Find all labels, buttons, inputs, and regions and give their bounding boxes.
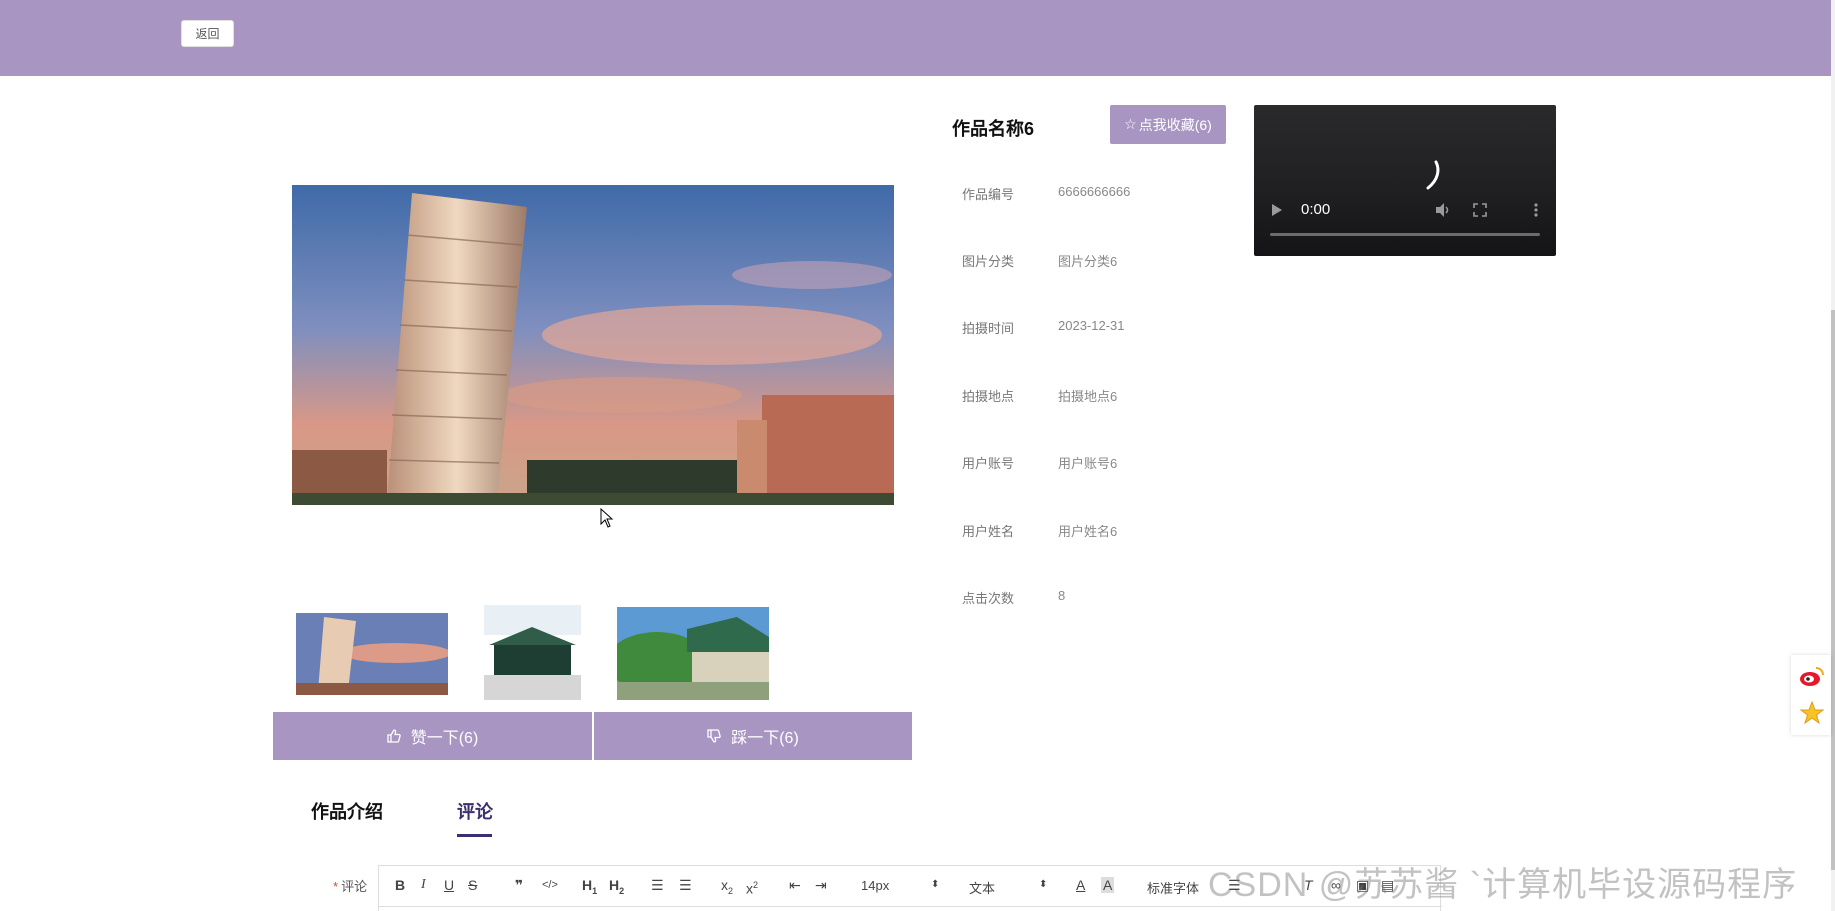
superscript-icon[interactable]: x2: [746, 877, 758, 897]
comment-label: * 评论: [333, 876, 367, 895]
detail-label: 点击次数: [962, 591, 1015, 606]
font-family-select[interactable]: 标准字体: [1147, 878, 1199, 897]
code-block-icon[interactable]: </>: [542, 877, 558, 893]
bold-icon[interactable]: B: [395, 877, 405, 893]
required-asterisk: *: [333, 879, 339, 894]
mouse-cursor-icon: [600, 508, 614, 528]
thumbnail-1[interactable]: [296, 613, 448, 695]
thumbnail-3[interactable]: [617, 607, 769, 700]
paragraph-format-select[interactable]: 文本: [969, 878, 995, 897]
subscript-icon[interactable]: x2: [721, 877, 733, 899]
detail-label: 作品编号: [962, 187, 1015, 202]
toolbar-divider: [379, 906, 1442, 907]
scrollbar-thumb[interactable]: [1831, 310, 1835, 870]
strikethrough-icon[interactable]: S: [468, 877, 477, 893]
like-button[interactable]: 赞一下(6): [273, 712, 592, 760]
loading-spinner-icon: [1426, 160, 1440, 190]
video-progress-bar[interactable]: [1270, 233, 1540, 236]
more-options-icon[interactable]: [1533, 202, 1539, 218]
weibo-icon[interactable]: [1799, 663, 1825, 689]
detail-value: 用户姓名6: [1058, 524, 1118, 539]
thumbnail-2[interactable]: [484, 605, 581, 700]
tab-introduction[interactable]: 作品介绍: [311, 798, 383, 824]
indent-icon[interactable]: ⇥: [815, 877, 827, 893]
thumbs-up-icon: [387, 729, 401, 743]
qzone-star-icon[interactable]: [1799, 700, 1825, 726]
favorite-button[interactable]: ☆ 点我收藏(6): [1110, 105, 1226, 144]
fullscreen-icon[interactable]: [1472, 202, 1488, 218]
volume-icon[interactable]: [1434, 202, 1452, 218]
detail-label: 拍摄地点: [962, 389, 1015, 404]
font-size-chevron-icon[interactable]: ⬍: [931, 877, 939, 893]
star-outline-icon: ☆: [1124, 116, 1137, 132]
side-share-panel: [1791, 655, 1831, 735]
top-header-bar: 返回: [0, 0, 1831, 76]
active-tab-indicator: [457, 834, 492, 837]
detail-label: 图片分类: [962, 254, 1015, 269]
back-button[interactable]: 返回: [181, 20, 234, 47]
detail-label: 用户账号: [962, 456, 1015, 471]
favorite-label: 点我收藏(6): [1138, 116, 1212, 133]
page-scrollbar[interactable]: [1831, 0, 1835, 911]
detail-label: 用户姓名: [962, 524, 1015, 539]
background-color-icon[interactable]: A: [1101, 877, 1115, 893]
detail-value: 2023-12-31: [1058, 318, 1125, 333]
font-size-select[interactable]: 14px: [861, 878, 889, 893]
tab-comments[interactable]: 评论: [457, 798, 493, 824]
detail-value: 8: [1058, 588, 1066, 603]
italic-icon[interactable]: I: [421, 877, 426, 893]
outdent-icon[interactable]: ⇤: [789, 877, 801, 893]
detail-value: 6666666666: [1058, 184, 1131, 199]
detail-label: 拍摄时间: [962, 321, 1015, 336]
heading-1-icon[interactable]: H1: [582, 877, 597, 899]
like-label: 赞一下(6): [410, 730, 479, 747]
detail-value: 拍摄地点6: [1058, 389, 1118, 404]
font-color-icon[interactable]: A: [1076, 877, 1085, 893]
main-photo-leaning-tower: [292, 185, 894, 505]
detail-value: 图片分类6: [1058, 254, 1118, 269]
play-icon[interactable]: [1270, 202, 1284, 218]
ordered-list-icon[interactable]: ☰: [651, 877, 664, 893]
watermark-text: CSDN @苏苏酱 `计算机毕设源码程序: [1208, 866, 1798, 904]
heading-2-icon[interactable]: H2: [609, 877, 624, 899]
detail-value: 用户账号6: [1058, 456, 1118, 471]
video-player[interactable]: 0:00: [1254, 105, 1556, 256]
underline-icon[interactable]: U: [444, 877, 454, 893]
dislike-label: 踩一下(6): [731, 730, 799, 747]
paragraph-chevron-icon[interactable]: ⬍: [1039, 877, 1047, 893]
thumbs-down-icon: [707, 729, 721, 743]
blockquote-icon[interactable]: ❞: [515, 877, 523, 893]
comment-label-text: 评论: [341, 879, 368, 894]
product-title: 作品名称6: [952, 119, 1035, 139]
bullet-list-icon[interactable]: ☰: [679, 877, 692, 893]
dislike-button[interactable]: 踩一下(6): [594, 712, 912, 760]
video-time: 0:00: [1301, 201, 1331, 218]
